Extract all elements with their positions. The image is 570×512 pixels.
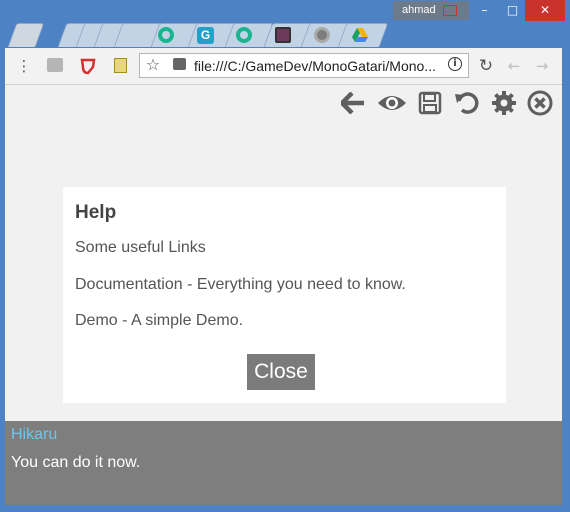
shield-icon[interactable] <box>79 57 97 75</box>
url-text[interactable]: file:///C:/GameDev/MonoGatari/Mono... <box>194 58 436 74</box>
documentation-link[interactable]: Documentation - Everything you need to k… <box>75 276 406 294</box>
forward-icon[interactable]: → <box>533 57 551 75</box>
browser-toolbar: ⋮ ☆ file:///C:/GameDev/MonoGatari/Mono..… <box>5 48 562 85</box>
help-title: Help <box>75 202 117 223</box>
speaker-name: Hikaru <box>11 426 58 443</box>
g-letter-icon: G <box>197 27 214 44</box>
site-icon[interactable] <box>170 56 188 74</box>
help-dialog: Help Some useful Links Documentation - E… <box>63 187 506 403</box>
dialogue-textbox[interactable]: Hikaru You can do it now. <box>5 421 562 505</box>
dialogue-text: You can do it now. <box>11 454 141 471</box>
grey-circle-icon <box>314 27 330 43</box>
close-circle-icon[interactable] <box>526 89 554 117</box>
reload-icon[interactable]: ↻ <box>477 57 495 75</box>
extension-icon[interactable] <box>47 57 65 75</box>
teal-circle-icon <box>236 27 252 43</box>
gear-icon[interactable] <box>490 89 518 117</box>
eye-icon[interactable] <box>376 89 408 117</box>
save-icon[interactable] <box>416 89 444 117</box>
teal-circle-icon <box>158 27 174 43</box>
menu-icon[interactable]: ⋮ <box>15 57 33 75</box>
info-icon[interactable]: i <box>446 56 464 74</box>
browser-window: ahmad – □ ✕ G ⋮ ☆ file:///C:/GameDev/Mon… <box>0 0 570 512</box>
profile-picture-icon <box>443 5 457 16</box>
undo-icon[interactable] <box>453 89 481 117</box>
help-intro: Some useful Links <box>75 239 206 256</box>
notes-icon[interactable] <box>111 57 129 75</box>
profile-name: ahmad <box>402 4 436 16</box>
tab-strip: G <box>0 18 570 48</box>
google-drive-icon <box>352 27 368 43</box>
page-content: Help Some useful Links Documentation - E… <box>5 85 562 505</box>
address-bar[interactable]: ☆ file:///C:/GameDev/MonoGatari/Mono... … <box>139 53 469 78</box>
demo-link[interactable]: Demo - A simple Demo. <box>75 312 243 330</box>
close-button[interactable]: Close <box>247 354 315 390</box>
image-app-icon <box>275 27 291 43</box>
back-icon[interactable]: ← <box>505 57 523 75</box>
new-tab-button[interactable] <box>7 23 45 47</box>
star-icon[interactable]: ☆ <box>144 56 162 74</box>
back-arrow-icon[interactable] <box>339 89 367 117</box>
